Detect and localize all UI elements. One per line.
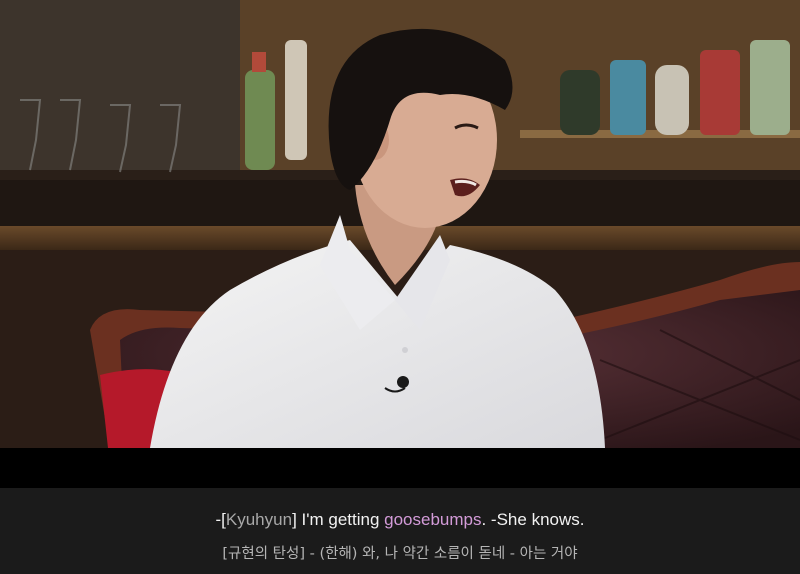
subtitle-area: -[Kyuhyun] I'm getting goosebumps. -She … [0,488,800,574]
video-frame[interactable] [0,0,800,448]
subtitle-mid: ] I'm getting [292,510,385,529]
subtitle-suffix: . -She knows. [481,510,585,529]
subtitle-prefix: -[ [215,510,226,529]
speaker-name: Kyuhyun [225,510,293,529]
english-subtitle: -[Kyuhyun] I'm getting goosebumps. -She … [0,510,800,530]
letterbox-bar [0,448,800,488]
korean-subtitle: [규현의 탄성] - (한해) 와, 나 약간 소름이 돋네 - 아는 거야 [222,546,578,562]
video-scene [0,0,800,448]
highlighted-word: goosebumps [384,510,482,529]
